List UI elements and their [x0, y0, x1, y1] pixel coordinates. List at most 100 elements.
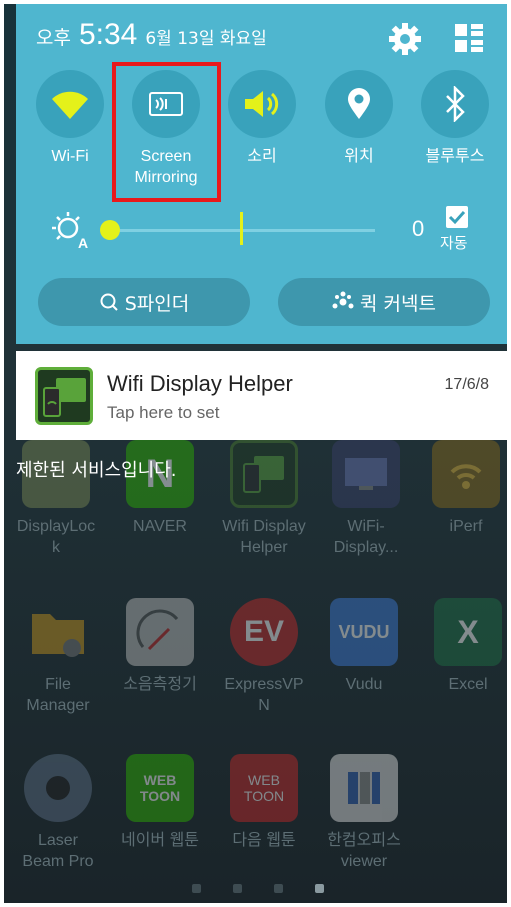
app-file-manager[interactable]: File Manager [8, 598, 108, 716]
wifi-display-icon [332, 440, 400, 508]
wifi-icon [36, 70, 104, 138]
date-label: 6월 13일 화요일 [145, 29, 267, 49]
app-label: Vudu [345, 676, 383, 693]
sfinder-label: S파인더 [124, 292, 190, 315]
quick-connect-icon [332, 291, 354, 309]
page-dot[interactable] [274, 884, 283, 893]
brightness-value: 0 [412, 216, 425, 241]
hancom-icon [330, 754, 398, 822]
app-laser-beam-pro[interactable]: Laser Beam Pro [8, 754, 108, 872]
iperf-icon [432, 440, 500, 508]
wifi-display-helper-icon [230, 440, 298, 508]
toggle-sound[interactable]: 소리 [214, 70, 310, 167]
check-icon [448, 210, 466, 225]
app-label: WiFi- Display... [333, 518, 399, 556]
app-vudu[interactable]: VUDU Vudu [314, 598, 414, 695]
page-indicator [192, 884, 324, 893]
bluetooth-icon [421, 70, 489, 138]
wifi-shape [52, 91, 88, 119]
app-naver[interactable]: N NAVER [110, 440, 210, 537]
app-label: iPerf [449, 518, 483, 535]
gear-icon[interactable] [388, 22, 422, 56]
notification-subtitle: Tap here to set [107, 403, 220, 422]
app-label: 한컴오피스 viewer [327, 832, 401, 870]
brightness-slider-marker [240, 212, 243, 245]
toggle-location[interactable]: 위치 [311, 70, 407, 167]
toggle-bluetooth[interactable]: 블루투스 [407, 70, 503, 167]
daum-webtoon-icon-text: WEB TOON [243, 772, 285, 804]
app-wifi-display[interactable]: WiFi- Display... [316, 440, 416, 558]
svg-text:A: A [78, 235, 88, 250]
app-label: NAVER [133, 518, 187, 535]
screen-mirroring-highlight [112, 62, 221, 202]
naver-webtoon-icon: WEB TOON [126, 754, 194, 822]
edit-grid-icon[interactable] [453, 22, 485, 54]
phone-screen: DisplayLoc k N NAVER Wifi Display Helper [4, 4, 507, 903]
app-wifi-display-helper[interactable]: Wifi Display Helper [214, 440, 314, 558]
notification-card[interactable]: Wifi Display Helper Tap here to set 17/6… [16, 351, 507, 440]
toggle-label: 위치 [344, 148, 374, 165]
sound-icon [228, 70, 296, 138]
folder-icon [24, 598, 92, 666]
vudu-icon-text: VUDU [338, 621, 390, 642]
restricted-service-toast: 제한된 서비스입니다. [16, 460, 177, 481]
dpad-shape [46, 776, 70, 800]
monitor-icon [345, 458, 387, 490]
vudu-icon: VUDU [330, 598, 398, 666]
quick-connect-button[interactable]: 퀵 커넥트 [278, 278, 490, 326]
status-row: 오후 5:34 6월 13일 화요일 [36, 18, 267, 58]
gauge-shape [136, 609, 179, 651]
page-dot[interactable] [192, 884, 201, 893]
app-naver-webtoon[interactable]: WEB TOON 네이버 웹툰 [110, 754, 210, 851]
app-daum-webtoon[interactable]: WEB TOON 다음 웹툰 [214, 754, 314, 851]
auto-brightness-label: 자동 [440, 234, 468, 252]
toggle-wifi[interactable]: Wi-Fi [22, 70, 118, 167]
gauge-icon [126, 598, 194, 666]
toggle-label: 블루투스 [425, 148, 485, 165]
naver-webtoon-icon-text: WEB TOON [139, 772, 181, 804]
location-icon [325, 70, 393, 138]
app-label: File Manager [26, 676, 90, 714]
quick-panel: 오후 5:34 6월 13일 화요일 Wi-Fi Screen Mirrorin… [16, 4, 507, 344]
iperf-wifi-icon [450, 464, 482, 489]
app-label: DisplayLoc k [16, 518, 96, 556]
app-label: 다음 웹툰 [232, 832, 296, 849]
app-label: Laser Beam Pro [22, 832, 94, 870]
app-label: Excel [448, 676, 488, 693]
app-label: Wifi Display Helper [222, 518, 306, 556]
display-phone-icon [43, 378, 86, 417]
sfinder-button[interactable]: S파인더 [38, 278, 250, 326]
app-expressvpn[interactable]: EV ExpressVP N [214, 598, 314, 716]
toggle-label: Wi-Fi [51, 148, 89, 165]
ampm-label: 오후 [36, 27, 71, 49]
app-noise-meter[interactable]: 소음측정기 [110, 598, 210, 695]
toggle-label: 소리 [247, 148, 277, 165]
app-iperf[interactable]: iPerf [416, 440, 507, 537]
app-hancom-office-viewer[interactable]: 한컴오피스 viewer [314, 754, 414, 872]
notification-title: Wifi Display Helper [107, 371, 293, 396]
auto-brightness-icon: A [52, 212, 88, 250]
display-phone-icon [243, 456, 284, 493]
app-label: 네이버 웹툰 [120, 832, 200, 849]
bluetooth-shape [446, 86, 465, 122]
app-label: ExpressVP N [224, 676, 304, 714]
wifi-display-helper-icon [35, 367, 93, 425]
clock: 5:34 [78, 18, 138, 51]
app-label: 소음측정기 [123, 676, 197, 693]
auto-brightness-checkbox[interactable] [446, 206, 468, 228]
search-icon [100, 293, 118, 311]
pin-shape [348, 88, 370, 119]
brightness-slider-thumb[interactable] [100, 220, 120, 240]
notification-time: 17/6/8 [444, 376, 489, 393]
laser-beam-icon [24, 754, 92, 822]
excel-icon: X [434, 598, 502, 666]
folder-shape [32, 614, 84, 657]
page-dot-active[interactable] [315, 884, 324, 893]
hancom-shape [348, 772, 380, 804]
app-excel[interactable]: X Excel [418, 598, 507, 695]
expressvpn-icon: EV [230, 598, 298, 666]
speaker-shape [245, 91, 279, 117]
page-dot[interactable] [233, 884, 242, 893]
daum-webtoon-icon: WEB TOON [230, 754, 298, 822]
quick-connect-label: 퀵 커넥트 [360, 292, 436, 315]
